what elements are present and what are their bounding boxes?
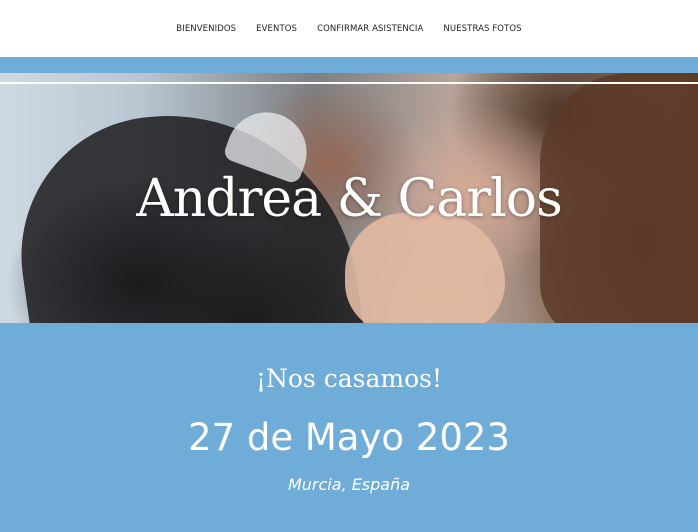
header-accent-strip — [0, 57, 698, 73]
top-navigation: BIENVENIDOS EVENTOS CONFIRMAR ASISTENCIA… — [0, 0, 698, 57]
nav-item-bienvenidos[interactable]: BIENVENIDOS — [176, 24, 236, 34]
nav-item-eventos[interactable]: EVENTOS — [256, 24, 297, 34]
wedding-page: BIENVENIDOS EVENTOS CONFIRMAR ASISTENCIA… — [0, 0, 698, 532]
wedding-date: 27 de Mayo 2023 — [188, 416, 510, 459]
wedding-details: ¡Nos casamos! 27 de Mayo 2023 Murcia, Es… — [0, 335, 698, 532]
hero-top-divider — [0, 82, 698, 84]
nav-item-nuestras-fotos[interactable]: NUESTRAS FOTOS — [443, 24, 521, 34]
hero-bottom-divider — [0, 323, 698, 335]
nav-item-confirmar-asistencia[interactable]: CONFIRMAR ASISTENCIA — [317, 24, 423, 34]
hero-photo: Andrea & Carlos — [0, 73, 698, 335]
hero-photo-hand — [345, 213, 505, 333]
announcement-text: ¡Nos casamos! — [255, 364, 443, 393]
couple-names-title: Andrea & Carlos — [136, 169, 563, 229]
wedding-location: Murcia, España — [287, 475, 411, 494]
